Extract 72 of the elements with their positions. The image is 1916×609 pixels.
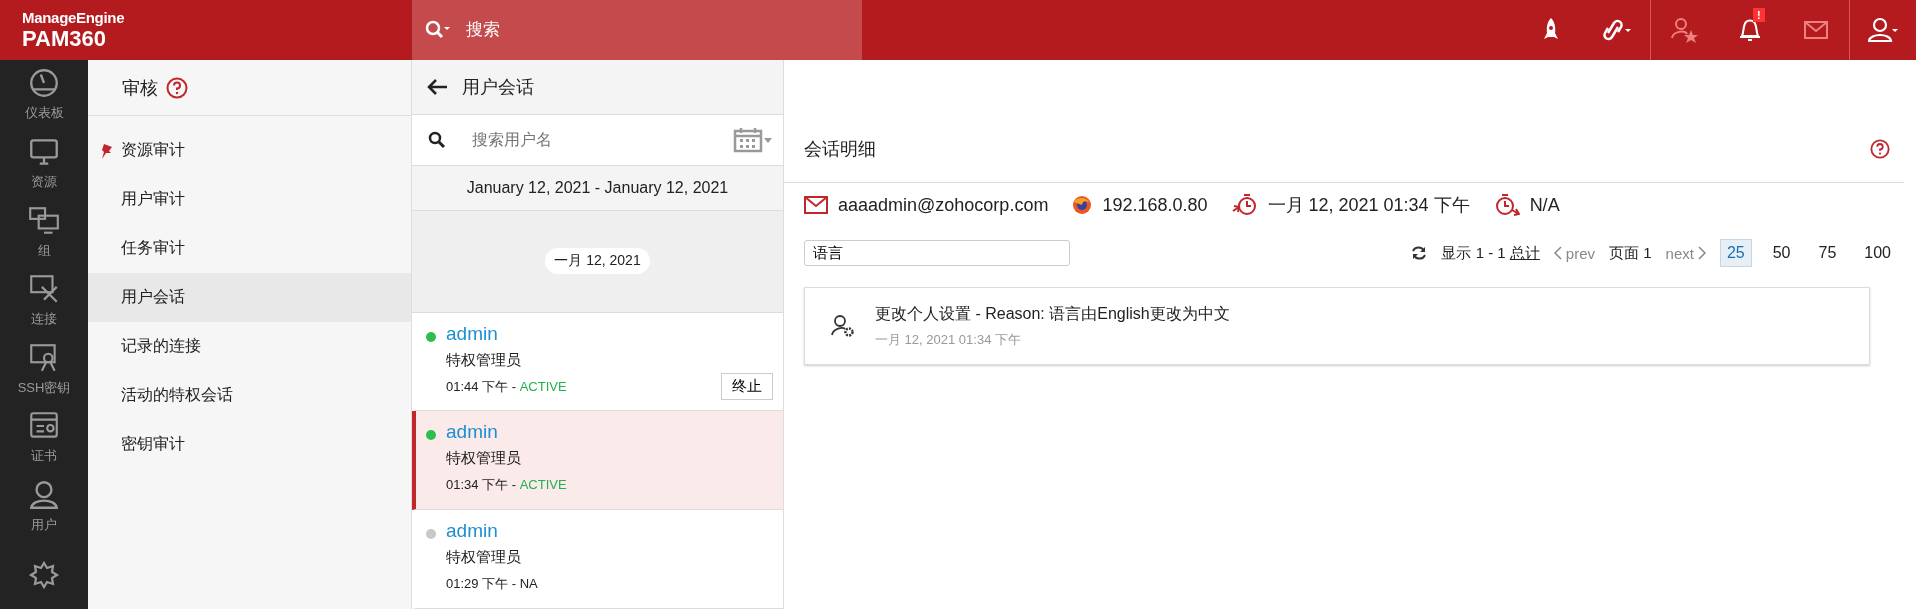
page-size-option[interactable]: 100 (1857, 239, 1898, 267)
chevron-right-icon (1697, 246, 1706, 260)
page-number: 页面 1 (1609, 243, 1652, 263)
search-icon (424, 19, 450, 41)
sidebar-item[interactable]: 活动的特权会话 (88, 371, 411, 420)
search-bar[interactable]: 搜索 (412, 0, 862, 60)
product-name: PAM360 (22, 25, 106, 52)
sidebar-item[interactable]: 记录的连接 (88, 322, 411, 371)
nav-label[interactable]: 连接 (31, 310, 57, 329)
total-link[interactable]: 总计 (1509, 243, 1540, 261)
page-size-option[interactable]: 25 (1719, 239, 1752, 267)
user-email: aaaadmin@zohocorp.com (838, 194, 1049, 216)
ip-address: 192.168.0.80 (1102, 194, 1208, 216)
sidebar-item[interactable]: 用户会话 (88, 273, 411, 322)
calendar-icon[interactable] (733, 126, 773, 153)
details-title: 会话明细 (804, 138, 876, 161)
bell-icon[interactable] (1738, 17, 1762, 43)
start-time: 一月 12, 2021 01:34 下午 (1267, 194, 1470, 217)
search-icon (428, 130, 446, 149)
next-link[interactable]: next (1665, 244, 1706, 262)
session-time: 01:29 下午 - NA (446, 575, 539, 594)
nav-label[interactable]: 证书 (31, 447, 57, 466)
nav-label[interactable]: SSH密钥 (17, 378, 71, 397)
link-icon[interactable] (1602, 17, 1632, 43)
page-size-option[interactable]: 50 (1765, 239, 1798, 267)
refresh-icon[interactable] (1411, 245, 1428, 261)
result-count: 显示 1 - 1 总计 (1441, 243, 1540, 263)
session-item[interactable]: admin 特权管理员 01:29 下午 - NA (412, 510, 783, 609)
sidebar-item[interactable]: 任务审计 (88, 224, 411, 273)
browser-icon (1072, 195, 1093, 215)
nav-label[interactable]: 用户 (31, 516, 57, 535)
page-size-option[interactable]: 75 (1811, 239, 1844, 267)
mail-icon[interactable] (1804, 21, 1828, 39)
session-item[interactable]: admin 特权管理员 01:34 下午 - ACTIVE (412, 411, 783, 511)
pin-icon[interactable] (100, 143, 114, 159)
user-role: 特权管理员 (446, 548, 522, 568)
sidebar-item[interactable]: 用户审计 (88, 175, 411, 224)
global-search-field[interactable]: 搜索 (464, 19, 848, 41)
nav-label[interactable]: 组 (37, 241, 51, 260)
session-status: NA (519, 576, 538, 592)
session-time: 01:34 下午 - ACTIVE (446, 476, 568, 495)
help-icon[interactable] (166, 76, 188, 99)
nav-label[interactable]: 资源 (31, 172, 57, 191)
user-role: 特权管理员 (446, 449, 522, 469)
username-link[interactable]: admin (446, 520, 773, 543)
user-gear-icon (831, 314, 855, 338)
end-time: N/A (1529, 194, 1560, 216)
log-entry-text: 更改个人设置 - Reason: 语言由English更改为中文 (875, 303, 1230, 324)
help-icon[interactable] (1870, 139, 1890, 159)
user-role: 特权管理员 (446, 350, 522, 370)
start-timer-icon (1231, 193, 1258, 217)
chevron-left-icon (1553, 246, 1562, 260)
notification-badge: ! (1753, 8, 1765, 22)
end-timer-icon (1493, 193, 1520, 217)
prev-link[interactable]: prev (1553, 244, 1596, 262)
user-icon[interactable] (1868, 17, 1898, 43)
mail-icon (804, 196, 828, 214)
nav-label[interactable]: 仪表板 (24, 104, 64, 123)
session-status: ACTIVE (519, 477, 567, 493)
username-link[interactable]: admin (446, 322, 721, 345)
panel-title: 用户会话 (462, 76, 534, 100)
terminate-button[interactable]: 终止 (721, 373, 773, 401)
filter-field[interactable]: 语言 (804, 240, 1070, 266)
date-chip: 一月 12, 2021 (545, 248, 650, 275)
brand-logo: ManageEngine (22, 8, 126, 26)
sidebar-item[interactable]: 密钥审计 (88, 420, 411, 469)
back-arrow-icon[interactable] (426, 78, 448, 97)
session-time: 01:44 下午 - ACTIVE (446, 377, 568, 396)
sidebar-item[interactable]: 资源审计 (88, 126, 411, 175)
section-title: 审核 (122, 76, 158, 100)
user-star-icon[interactable] (1670, 16, 1698, 44)
session-status: ACTIVE (519, 378, 567, 394)
